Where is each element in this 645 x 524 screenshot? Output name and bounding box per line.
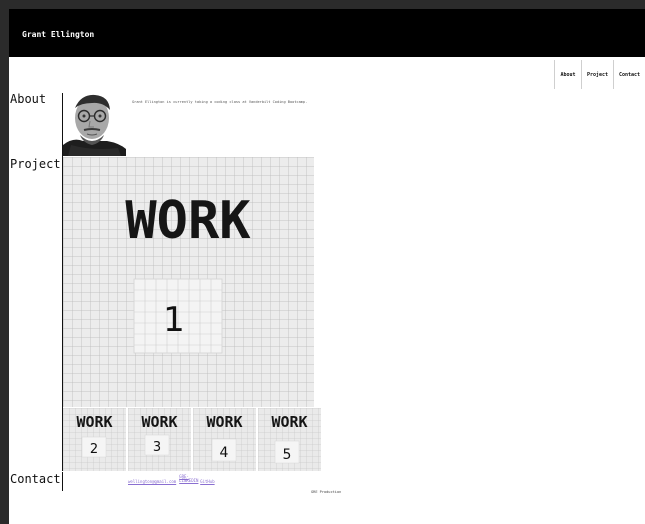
github-link[interactable]: GitHub bbox=[200, 479, 214, 484]
about-heading: About bbox=[10, 92, 47, 106]
svg-text:WORK: WORK bbox=[271, 413, 307, 431]
linkedin-link[interactable]: GRE-LINKEDIN bbox=[179, 474, 198, 483]
svg-text:WORK: WORK bbox=[141, 413, 177, 431]
project-thumbnail[interactable]: WORK 2 bbox=[63, 408, 126, 471]
nav-link-project[interactable]: Project bbox=[581, 60, 613, 89]
profile-photo bbox=[63, 93, 126, 156]
project-thumbnail[interactable]: WORK 5 bbox=[258, 408, 321, 471]
contact-links: wellington@gmail.com GRE-LINKEDIN GitHub bbox=[128, 474, 215, 484]
svg-text:WORK: WORK bbox=[206, 413, 242, 431]
svg-text:4: 4 bbox=[220, 445, 229, 461]
contact-heading: Contact bbox=[10, 472, 61, 486]
svg-text:3: 3 bbox=[153, 440, 161, 455]
nav-link-about[interactable]: About bbox=[554, 60, 581, 89]
page: Grant Ellington About Project Contact Ab… bbox=[9, 9, 645, 524]
nav-link-contact[interactable]: Contact bbox=[613, 60, 645, 89]
svg-text:5: 5 bbox=[283, 447, 292, 463]
site-brand[interactable]: Grant Ellington bbox=[22, 30, 94, 39]
project-hero-image[interactable]: WORK 1 bbox=[63, 157, 314, 407]
contact-divider bbox=[62, 472, 63, 491]
site-header: Grant Ellington bbox=[9, 9, 645, 57]
project-thumbnail[interactable]: WORK 4 bbox=[193, 408, 256, 471]
project-heading: Project bbox=[10, 157, 61, 171]
hero-work-number: 1 bbox=[163, 300, 185, 340]
project-thumbnails: WORK 2 WORK 3 WORK 4 WORK 5 bbox=[63, 408, 321, 471]
svg-text:2: 2 bbox=[90, 442, 98, 457]
svg-text:WORK: WORK bbox=[76, 413, 112, 431]
hero-work-title: WORK bbox=[125, 191, 251, 251]
footer-text: GRE Production bbox=[311, 490, 342, 494]
about-bio: Grant Ellington is currently taking a co… bbox=[132, 100, 308, 104]
project-thumbnail[interactable]: WORK 3 bbox=[128, 408, 191, 471]
main-nav: About Project Contact bbox=[554, 60, 645, 89]
email-link[interactable]: wellington@gmail.com bbox=[128, 479, 176, 484]
